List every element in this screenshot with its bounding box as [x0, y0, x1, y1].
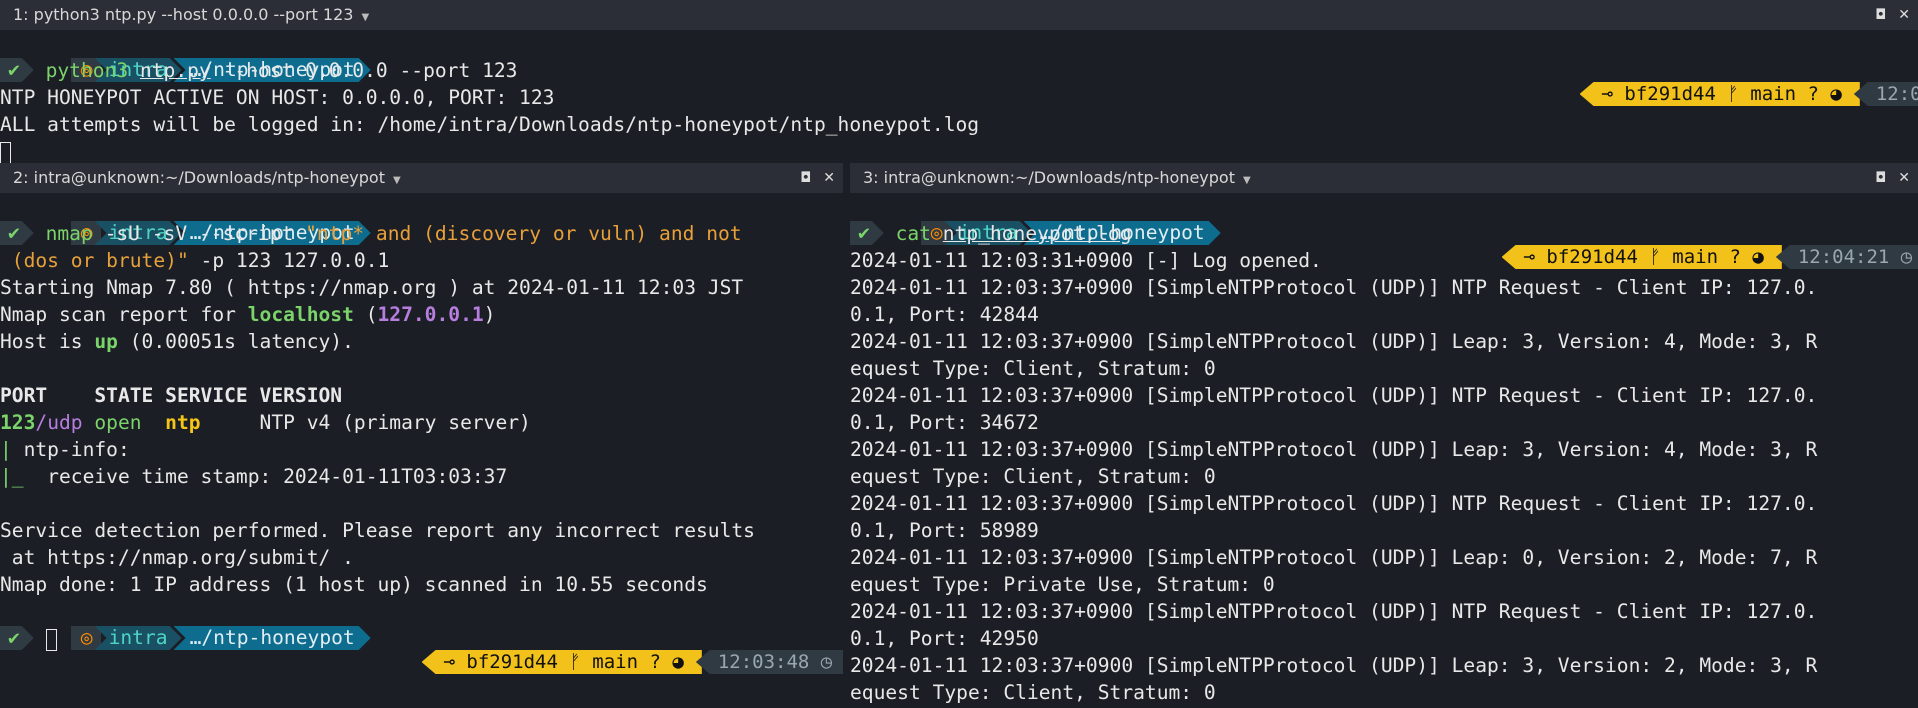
log-line: 2024-01-11 12:03:37+0900 [SimpleNTPProto…	[850, 654, 1818, 677]
git-branch: main	[592, 651, 639, 673]
git-hash: bf291d44	[466, 651, 558, 673]
service: ntp	[165, 411, 201, 434]
check-icon: ✔	[0, 221, 34, 245]
log-line: equest Type: Client, Stratum: 0	[850, 357, 1216, 380]
maximize-icon[interactable]: ◘	[800, 170, 811, 186]
cursor-line[interactable]	[0, 138, 1918, 163]
output-line: Nmap scan report for localhost (127.0.0.…	[0, 303, 496, 326]
proto: udp	[47, 411, 83, 434]
check-icon: ✔	[0, 58, 34, 82]
chevron-down-icon[interactable]: ▼	[1243, 175, 1251, 186]
log-line: 0.1, Port: 42844	[850, 303, 1039, 326]
port: 123	[0, 411, 36, 434]
log-line: 2024-01-11 12:03:37+0900 [SimpleNTPProto…	[850, 438, 1818, 461]
log-line: 2024-01-11 12:03:37+0900 [SimpleNTPProto…	[850, 492, 1818, 515]
log-line: 0.1, Port: 34672	[850, 411, 1039, 434]
pane-title-text: 3: intra@unknown:~/Downloads/ntp-honeypo…	[863, 168, 1235, 187]
pane-title-1[interactable]: 1: python3 ntp.py --host 0.0.0.0 --port …	[0, 0, 1918, 30]
chevron-down-icon[interactable]: ▼	[393, 175, 401, 186]
cmd-file: ntp_honeypot.log	[942, 222, 1132, 245]
command-line: ✔ cat ntp_honeypot.log ⊸ bf291d44 ᚠ main…	[850, 220, 1918, 269]
log-line: 2024-01-11 12:03:37+0900 [SimpleNTPProto…	[850, 546, 1818, 569]
log-line: 2024-01-11 12:03:37+0900 [SimpleNTPProto…	[850, 384, 1818, 407]
log-line: 2024-01-11 12:03:37+0900 [SimpleNTPProto…	[850, 600, 1818, 623]
table-row: 123/udp open ntp NTP v4 (primary server)	[0, 411, 531, 434]
output-line: Host is up (0.00051s latency).	[0, 328, 843, 355]
check-icon: ✔	[850, 221, 884, 245]
cmd-string: "ntp* and (discovery or vuln) and not	[305, 222, 742, 245]
log-line: 2024-01-11 12:03:37+0900 [SimpleNTPProto…	[850, 330, 1818, 353]
version: NTP v4 (primary server)	[259, 411, 531, 434]
output-line: Service detection performed. Please repo…	[0, 519, 755, 542]
table-header: PORT STATE SERVICE VERSION	[0, 384, 343, 407]
cmd-exec: python3	[45, 59, 129, 82]
check-icon: ✔	[0, 626, 34, 650]
text: (0.00051s latency).	[117, 330, 354, 353]
command-line[interactable]: ✔ ⊸ bf291d44 ᚠ main ? ◕ 12:03:48 ◷	[0, 625, 843, 674]
output-line: ALL attempts will be logged in: /home/in…	[0, 113, 980, 136]
git-commit-icon: ⊸	[443, 651, 455, 673]
maximize-icon[interactable]: ◘	[1875, 7, 1886, 23]
git-branch-icon: ᚠ	[569, 651, 581, 673]
script-name: ntp-info:	[11, 438, 130, 461]
text: Nmap scan report for	[0, 303, 248, 326]
terminal-cursor	[0, 141, 11, 163]
command-line: ✔ python3 ntp.py --host 0.0.0.0 --port 1…	[0, 57, 1918, 106]
script-line: |_ receive time stamp: 2024-01-11T03:03:…	[0, 465, 508, 488]
script-line: | ntp-info:	[0, 438, 130, 461]
text: Host is	[0, 330, 95, 353]
log-line: equest Type: Client, Stratum: 0	[850, 681, 1216, 704]
pane-title-3[interactable]: 3: intra@unknown:~/Downloads/ntp-honeypo…	[850, 163, 1918, 193]
log-line: 2024-01-11 12:03:31+0900 [-] Log opened.	[850, 249, 1322, 272]
state: open	[94, 411, 142, 434]
pane-title-text: 1: python3 ntp.py --host 0.0.0.0 --port …	[13, 5, 354, 24]
clock-icon: ◷	[820, 651, 833, 673]
time-segment: 12:03:48 ◷	[695, 650, 843, 674]
close-icon[interactable]: ✕	[1898, 170, 1910, 186]
cmd-file: ntp.py	[139, 59, 211, 82]
prompt-line: ◎ intra …/ntp-honeypot	[850, 193, 1918, 245]
output-line: Nmap done: 1 IP address (1 host up) scan…	[0, 573, 708, 596]
github-icon: ◕	[672, 651, 684, 673]
output-line: Starting Nmap 7.80 ( https://nmap.org ) …	[0, 276, 744, 299]
cmd-args: --host 0.0.0.0 --port 123	[210, 59, 518, 82]
terminal-pane-3[interactable]: 3: intra@unknown:~/Downloads/ntp-honeypo…	[850, 163, 1918, 708]
cmd-string: (dos or brute)"	[0, 249, 189, 272]
output-line: NTP HONEYPOT ACTIVE ON HOST: 0.0.0.0, PO…	[0, 86, 555, 109]
terminal-cursor	[45, 628, 57, 651]
pane-title-2[interactable]: 2: intra@unknown:~/Downloads/ntp-honeypo…	[0, 163, 843, 193]
script-output: receive time stamp: 2024-01-11T03:03:37	[23, 465, 508, 488]
prompt-line: ◎ intra …/ntp-honeypot	[0, 30, 1918, 82]
hostname: localhost	[247, 303, 354, 326]
log-line: 0.1, Port: 58989	[850, 519, 1039, 542]
host-ip: 127.0.0.1	[377, 303, 484, 326]
chevron-down-icon[interactable]: ▼	[361, 12, 369, 23]
log-line: 2024-01-11 12:03:37+0900 [SimpleNTPProto…	[850, 276, 1818, 299]
prompt-line: ◎ intra …/ntp-honeypot	[0, 598, 843, 650]
cmd-args: -p 123 127.0.0.1	[188, 249, 390, 272]
command-line: ✔ nmap -sU -sV --script "ntp* and (disco…	[0, 220, 843, 247]
log-line: equest Type: Private Use, Stratum: 0	[850, 573, 1275, 596]
terminal-pane-1[interactable]: 1: python3 ntp.py --host 0.0.0.0 --port …	[0, 0, 1918, 163]
prompt-time: 12:03:48	[717, 651, 810, 673]
command-line-wrap: (dos or brute)" -p 123 127.0.0.1	[0, 247, 843, 274]
log-line: equest Type: Client, Stratum: 0	[850, 465, 1216, 488]
git-untracked-icon: ?	[649, 651, 661, 673]
git-status-segment: ⊸ bf291d44 ᚠ main ? ◕	[421, 650, 702, 674]
cmd-args: -sU -sV --script	[92, 222, 306, 245]
terminal-pane-2[interactable]: 2: intra@unknown:~/Downloads/ntp-honeypo…	[0, 163, 843, 708]
maximize-icon[interactable]: ◘	[1875, 170, 1886, 186]
cmd-exec: nmap	[45, 222, 93, 245]
prompt-line: ◎ intra …/ntp-honeypot	[0, 193, 843, 245]
close-icon[interactable]: ✕	[1898, 7, 1910, 23]
close-icon[interactable]: ✕	[823, 170, 835, 186]
output-line: at https://nmap.org/submit/ .	[0, 546, 354, 569]
cmd-exec: cat	[895, 222, 931, 245]
log-line: 0.1, Port: 42950	[850, 627, 1039, 650]
pane-title-text: 2: intra@unknown:~/Downloads/ntp-honeypo…	[13, 168, 385, 187]
host-up: up	[94, 330, 118, 353]
